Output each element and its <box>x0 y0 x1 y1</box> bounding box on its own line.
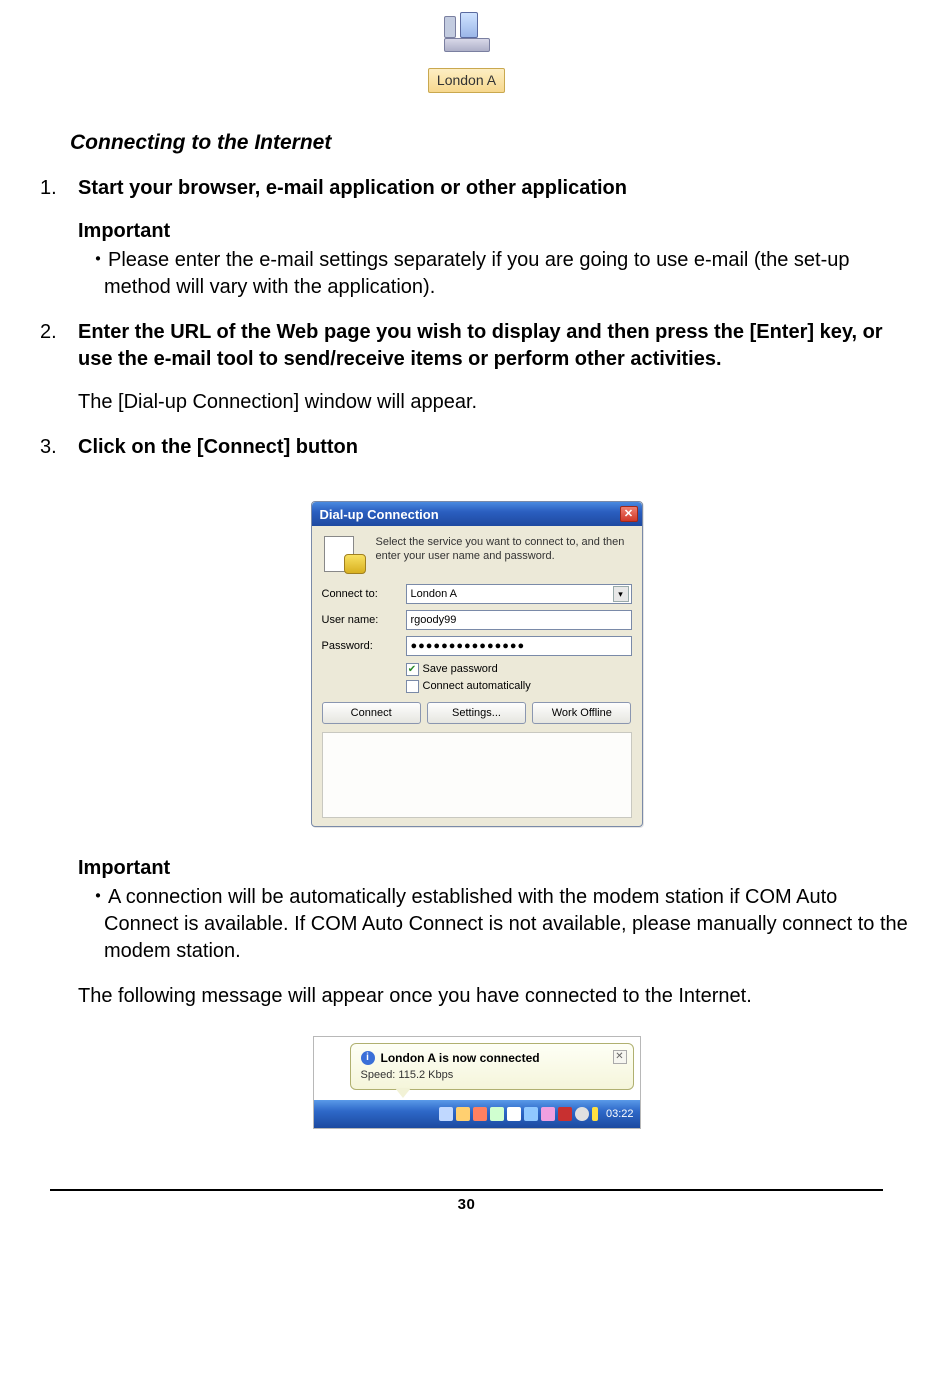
username-value: rgoody99 <box>411 613 457 628</box>
connect-to-select[interactable]: London A ▾ <box>406 584 632 604</box>
tray-icon[interactable] <box>490 1107 504 1121</box>
connect-to-value: London A <box>411 587 458 602</box>
info-icon: i <box>361 1051 375 1065</box>
step-3-head: Click on the [Connect] button <box>78 434 913 461</box>
auto-connect-label: Connect automatically <box>423 679 531 694</box>
step-2-after: The [Dial-up Connection] window will app… <box>78 389 913 416</box>
after-important-label: Important <box>78 855 913 882</box>
tray-icon[interactable] <box>541 1107 555 1121</box>
username-label: User name: <box>322 613 398 628</box>
tray-icon[interactable] <box>575 1107 589 1121</box>
tray-icon[interactable] <box>473 1107 487 1121</box>
connect-to-label: Connect to: <box>322 587 398 602</box>
username-input[interactable]: rgoody99 <box>406 610 632 630</box>
balloon-sub-text: Speed: 115.2 Kbps <box>361 1068 607 1083</box>
dialog-intro: Select the service you want to connect t… <box>376 536 632 574</box>
step-1-important-note: ・Please enter the e-mail settings separa… <box>104 247 913 301</box>
balloon-tip: i London A is now connected Speed: 115.2… <box>350 1043 634 1090</box>
settings-button[interactable]: Settings... <box>427 702 526 724</box>
password-label: Password: <box>322 639 398 654</box>
dialog-status-area <box>322 732 632 818</box>
tray-icon[interactable] <box>507 1107 521 1121</box>
save-password-label: Save password <box>423 662 498 677</box>
tray-icons <box>439 1107 598 1121</box>
tray-icon[interactable] <box>439 1107 453 1121</box>
connect-button[interactable]: Connect <box>322 702 421 724</box>
tray-notification: i London A is now connected Speed: 115.2… <box>313 1036 641 1129</box>
step-2-head: Enter the URL of the Web page you wish t… <box>78 319 913 373</box>
tray-icon[interactable] <box>558 1107 572 1121</box>
work-offline-button[interactable]: Work Offline <box>532 702 631 724</box>
dialup-dialog: Dial-up Connection ✕ Select the service … <box>311 501 643 827</box>
taskbar: 03:22 <box>314 1100 640 1128</box>
tray-icon[interactable] <box>524 1107 538 1121</box>
after-following-text: The following message will appear once y… <box>78 983 913 1010</box>
step-3-number: 3. <box>40 434 78 461</box>
save-password-checkbox[interactable]: ✔ <box>406 663 419 676</box>
modem-icon-label: London A <box>428 68 505 93</box>
tray-icon[interactable] <box>456 1107 470 1121</box>
step-1-head: Start your browser, e-mail application o… <box>78 175 913 202</box>
step-1-number: 1. <box>40 175 78 301</box>
dialup-icon <box>322 536 366 574</box>
footer-divider <box>50 1189 883 1191</box>
dialog-title: Dial-up Connection <box>320 506 439 524</box>
password-value: ●●●●●●●●●●●●●●● <box>411 639 526 654</box>
balloon-close-icon[interactable]: ✕ <box>613 1050 627 1064</box>
clock: 03:22 <box>606 1107 634 1122</box>
modem-icon <box>436 6 498 58</box>
section-title: Connecting to the Internet <box>70 129 913 157</box>
password-input[interactable]: ●●●●●●●●●●●●●●● <box>406 636 632 656</box>
chevron-down-icon[interactable]: ▾ <box>613 586 629 602</box>
close-icon[interactable]: ✕ <box>620 506 638 522</box>
after-important-note: ・A connection will be automatically esta… <box>104 884 913 965</box>
balloon-title-text: London A is now connected <box>381 1050 540 1066</box>
auto-connect-checkbox[interactable] <box>406 680 419 693</box>
page-number: 30 <box>0 1195 933 1215</box>
tray-icon[interactable] <box>592 1107 598 1121</box>
step-2-number: 2. <box>40 319 78 416</box>
step-1-important-label: Important <box>78 218 913 245</box>
